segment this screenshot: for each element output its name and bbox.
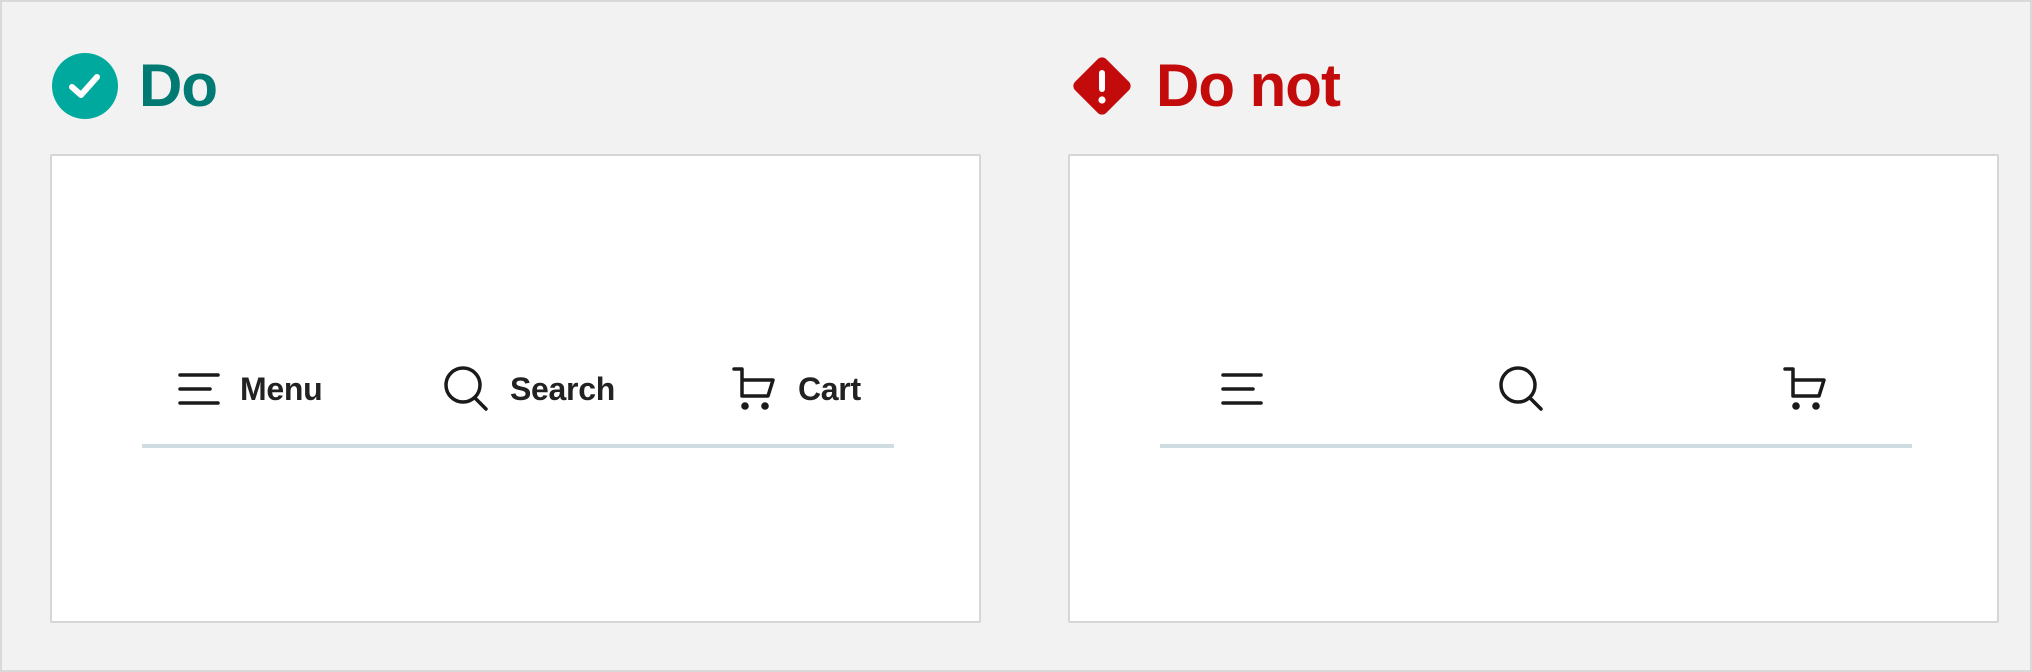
dont-example-panel — [1068, 154, 1999, 623]
nav-item-menu[interactable]: Menu — [178, 366, 323, 412]
menu-icon — [1221, 371, 1263, 407]
nav-divider — [142, 444, 894, 448]
cart-icon — [1783, 366, 1829, 412]
warning-diamond-icon — [1068, 52, 1136, 120]
nav-item-cart[interactable] — [1783, 366, 1849, 412]
nav-item-label: Menu — [240, 370, 323, 407]
dont-header: Do not — [1068, 52, 1341, 120]
check-circle-icon — [51, 52, 119, 120]
do-example-panel: Menu Search Cart — [50, 154, 981, 623]
nav-item-label: Cart — [798, 370, 861, 407]
do-header: Do — [51, 52, 218, 120]
nav-item-search[interactable] — [1499, 366, 1565, 412]
do-title: Do — [139, 52, 218, 119]
dont-title: Do not — [1156, 52, 1341, 119]
nav-divider — [1160, 444, 1912, 448]
nav-item-search[interactable]: Search — [444, 366, 615, 412]
search-icon — [444, 366, 490, 412]
menu-icon — [178, 371, 220, 407]
cart-icon — [732, 366, 778, 412]
nav-item-cart[interactable]: Cart — [732, 366, 861, 412]
nav-item-label: Search — [510, 370, 615, 407]
search-icon — [1499, 366, 1545, 412]
nav-item-menu[interactable] — [1221, 366, 1283, 412]
